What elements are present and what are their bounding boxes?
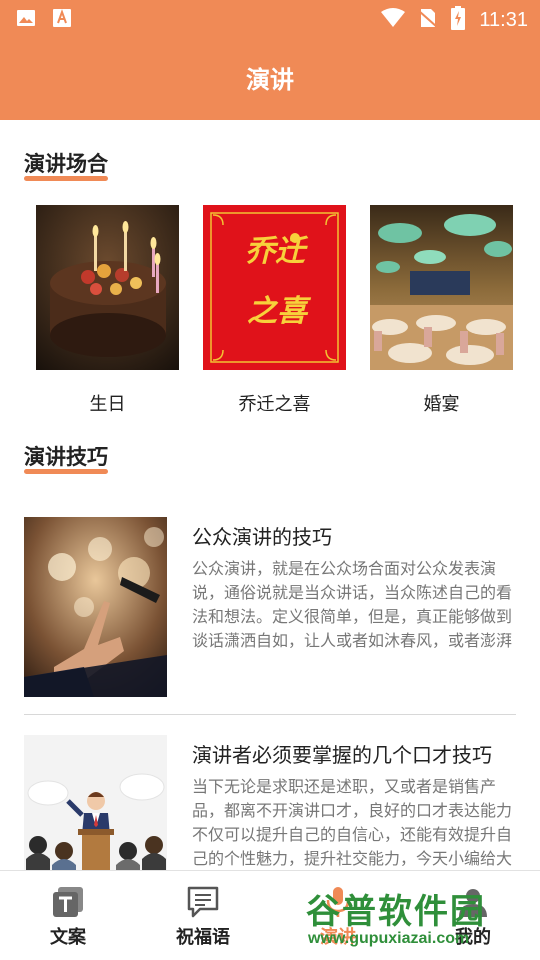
- nav-item-copywriting[interactable]: 文案: [18, 885, 118, 949]
- article-title: 演讲者必须要掌握的几个口才技巧: [192, 743, 492, 767]
- wedding-banquet-image: [370, 205, 513, 370]
- app-bar: 演讲: [0, 36, 540, 120]
- battery-charging-icon: [451, 6, 466, 34]
- nav-item-blessings[interactable]: 祝福语: [153, 885, 253, 949]
- article-item[interactable]: 公众演讲的技巧 公众演讲，就是在公众场合面对公众发表演说，通俗说就是当众讲话，当…: [24, 517, 516, 699]
- occasions-section-title: 演讲场合: [24, 152, 108, 176]
- nav-label: 祝福语: [176, 927, 230, 948]
- occasion-card-housewarming[interactable]: 乔迁 之喜 乔迁之喜: [203, 205, 346, 416]
- no-sim-icon: [418, 7, 439, 33]
- site-watermark: 谷普软件园 www.gupuxiazai.com: [300, 884, 540, 954]
- occasion-label: 生日: [89, 394, 126, 415]
- status-time: 11:31: [479, 8, 528, 31]
- speaker-podium-image: [24, 735, 167, 870]
- wifi-icon: [381, 8, 406, 32]
- article-title: 公众演讲的技巧: [192, 525, 332, 549]
- occasions-title-underline: [24, 176, 108, 181]
- tips-section-title: 演讲技巧: [24, 445, 108, 469]
- housewarming-card-image: 乔迁 之喜: [203, 205, 346, 370]
- message-icon: [186, 885, 220, 919]
- status-bar: 11:31: [0, 0, 540, 36]
- font-icon: [52, 8, 72, 28]
- occasion-card-birthday[interactable]: 生日: [36, 205, 179, 416]
- watermark-logo: 谷普软件园: [306, 892, 486, 932]
- occasion-label: 婚宴: [423, 394, 460, 415]
- image-icon: [16, 8, 36, 28]
- article-item[interactable]: 演讲者必须要掌握的几个口才技巧 当下无论是求职还是述职，又或者是销售产品，都离不…: [24, 735, 516, 870]
- watermark-url: www.gupuxiazai.com: [308, 930, 470, 947]
- text-icon: [51, 885, 85, 919]
- nav-label: 文案: [50, 927, 86, 948]
- page-title: 演讲: [246, 66, 294, 94]
- article-excerpt: 当下无论是求职还是述职，又或者是销售产品，都离不开演讲口才，良好的口才表达能力不…: [192, 777, 513, 868]
- occasion-label: 乔迁之喜: [238, 394, 311, 415]
- speaker-hand-image: [24, 517, 167, 697]
- article-divider: [24, 714, 516, 715]
- occasion-card-wedding[interactable]: 婚宴: [370, 205, 513, 416]
- tips-title-underline: [24, 469, 108, 474]
- housewarming-card-text-2: 之喜: [247, 294, 312, 329]
- birthday-cake-image: [36, 205, 179, 370]
- article-excerpt: 公众演讲，就是在公众场合面对公众发表演说，通俗说就是当众讲话，当众陈述自己的看法…: [192, 559, 513, 650]
